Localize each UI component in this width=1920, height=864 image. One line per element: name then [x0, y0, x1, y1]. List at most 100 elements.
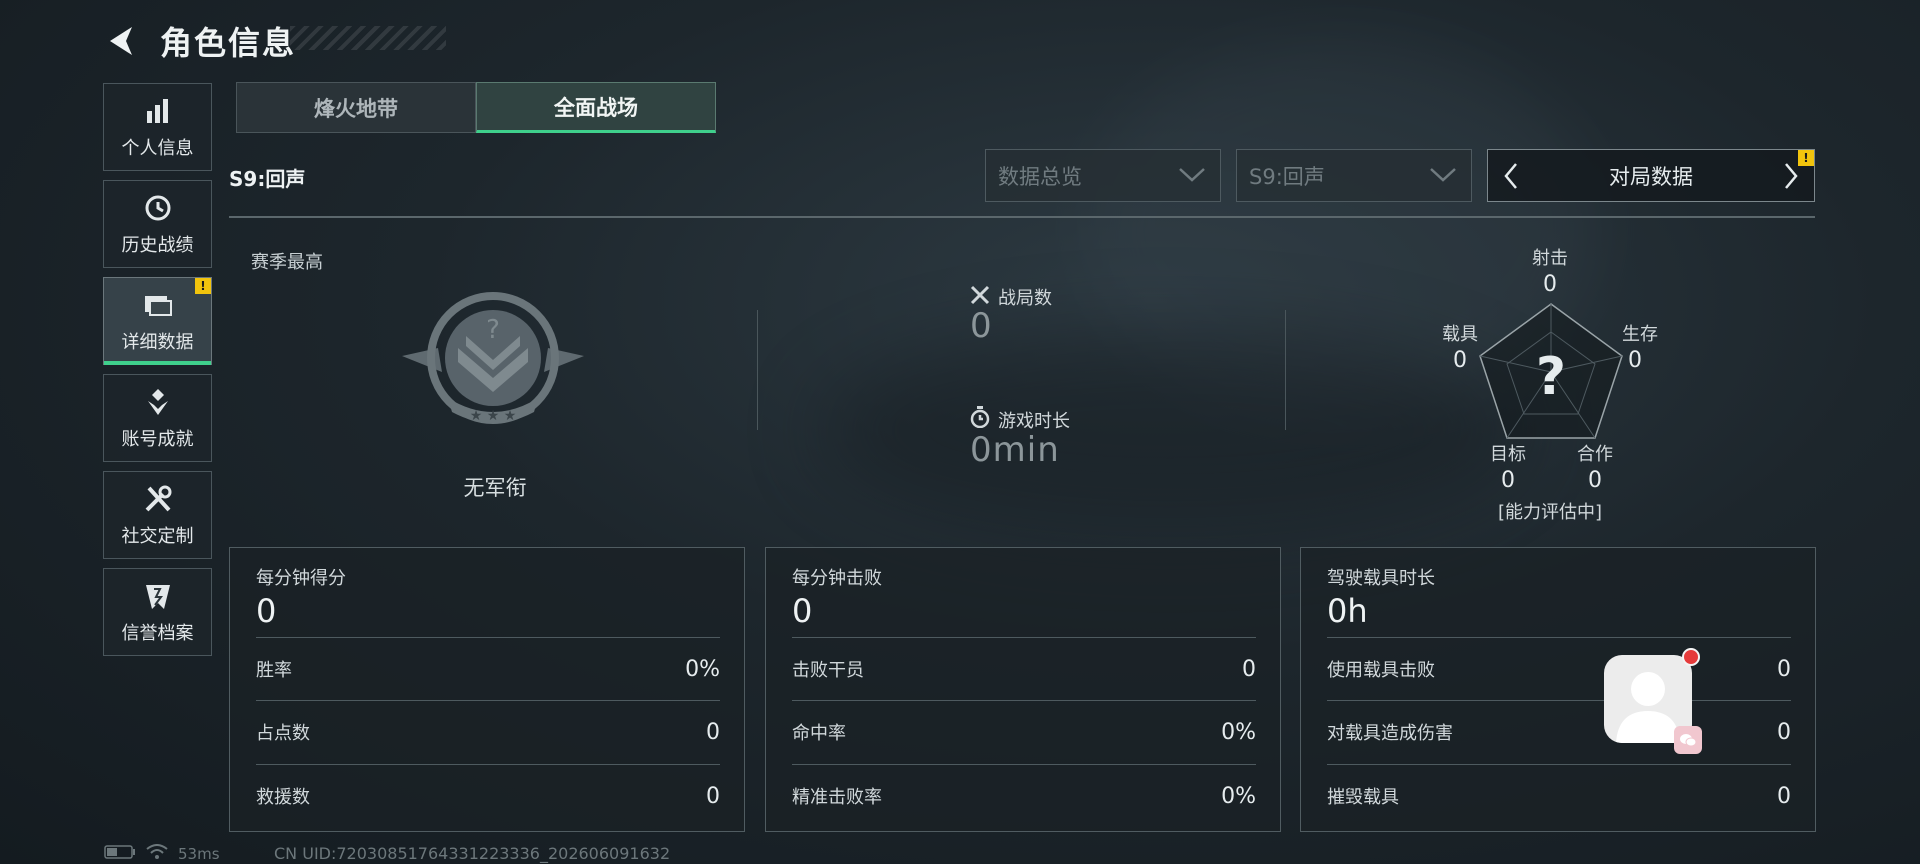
- svg-text:?: ?: [486, 315, 500, 345]
- stat-row: 使用载具击败 0: [1327, 654, 1791, 684]
- dropdown-value: S9:回声: [1249, 164, 1325, 189]
- row-divider: [1327, 637, 1791, 638]
- sidebar-item-achievements[interactable]: 账号成就: [103, 374, 212, 462]
- sidebar-item-history[interactable]: 历史战绩: [103, 180, 212, 268]
- season-dropdown[interactable]: S9:回声: [1236, 149, 1472, 202]
- playtime-value: 0min: [970, 430, 1060, 470]
- score-panel: 每分钟得分 0 胜率 0% 占点数 0 救援数 0: [229, 547, 745, 832]
- stat-row-value: 0: [1777, 656, 1791, 682]
- panel-value: 0: [792, 592, 813, 630]
- warning-badge: !: [1798, 150, 1814, 166]
- radar-axis-label: 射击: [1532, 248, 1568, 269]
- season-best-label: 赛季最高: [251, 252, 323, 273]
- row-divider: [1327, 764, 1791, 765]
- column-divider: [1285, 310, 1286, 430]
- radar-axis-value: 0: [1501, 468, 1515, 493]
- rank-emblem-icon: ? ★ ★ ★: [398, 286, 588, 436]
- stat-row: 占点数 0: [256, 717, 720, 747]
- stat-row-value: 0%: [1221, 783, 1256, 809]
- folder-icon: [143, 288, 173, 322]
- panel-value: 0: [256, 592, 277, 630]
- background-decoration: [820, 330, 1520, 530]
- sidebar-item-label: 账号成就: [121, 429, 194, 450]
- stat-row-value: 0%: [685, 656, 720, 682]
- ability-radar: ? 射击 0 生存 0 合作 0 目标 0 载具 0 [能力评估中]: [1440, 240, 1660, 530]
- wechat-icon: [1674, 726, 1702, 754]
- stat-row-value: 0: [706, 719, 720, 745]
- chevron-left-icon[interactable]: [1496, 156, 1526, 196]
- rank-name: 无军衔: [463, 476, 527, 500]
- stat-row-label: 对载具造成伤害: [1327, 723, 1453, 744]
- panel-title: 每分钟击败: [792, 568, 882, 589]
- stat-row: 命中率 0%: [792, 717, 1256, 747]
- stat-row-label: 占点数: [256, 723, 310, 744]
- section-divider: [229, 216, 1815, 218]
- stat-row-label: 摧毁载具: [1327, 787, 1399, 808]
- stat-row: 救援数 0: [256, 781, 720, 811]
- sidebar: 个人信息 历史战绩 ! 详细数据 账号成就 社交定制 信誉档案: [103, 83, 212, 665]
- dropdown-value: 数据总览: [998, 164, 1082, 189]
- tab-hazard-zone[interactable]: 烽火地带: [236, 82, 476, 133]
- stat-row-value: 0%: [1221, 719, 1256, 745]
- stat-row-value: 0: [1777, 783, 1791, 809]
- panel-title: 每分钟得分: [256, 568, 346, 589]
- row-divider: [1327, 700, 1791, 701]
- radar-axis-label: 目标: [1490, 444, 1526, 465]
- overview-dropdown[interactable]: 数据总览: [985, 149, 1221, 202]
- radar-pentagon-icon: ?: [1479, 303, 1623, 439]
- warning-badge: !: [195, 278, 211, 294]
- sidebar-item-label: 信誉档案: [121, 623, 194, 644]
- sidebar-item-social[interactable]: 社交定制: [103, 471, 212, 559]
- stat-row-label: 精准击败率: [792, 787, 882, 808]
- wifi-icon: [146, 844, 168, 864]
- kills-panel: 每分钟击败 0 击败干员 0 命中率 0% 精准击败率 0%: [765, 547, 1281, 832]
- radar-axis-value: 0: [1628, 348, 1642, 373]
- panel-title: 驾驶载具时长: [1327, 568, 1435, 589]
- stat-row: 击败干员 0: [792, 654, 1256, 684]
- player-uid: CN UID:72030851764331223336_202606091632: [274, 844, 671, 863]
- stat-row-value: 0: [706, 783, 720, 809]
- row-divider: [256, 764, 720, 765]
- stat-row-label: 救援数: [256, 787, 310, 808]
- chevron-down-icon: [1178, 164, 1206, 188]
- match-data-selector: 对局数据 !: [1487, 149, 1815, 202]
- row-divider: [256, 700, 720, 701]
- svg-text:?: ?: [1536, 347, 1566, 407]
- sidebar-item-personal-info[interactable]: 个人信息: [103, 83, 212, 171]
- column-divider: [757, 310, 758, 430]
- chevron-down-icon: [1429, 164, 1457, 188]
- season-label: S9:回声: [229, 167, 306, 191]
- stat-row: 精准击败率 0%: [792, 781, 1256, 811]
- stat-row: 摧毁载具 0: [1327, 781, 1791, 811]
- history-clock-icon: [143, 191, 173, 225]
- stat-row: 胜率 0%: [256, 654, 720, 684]
- matches-label: 战局数: [998, 288, 1052, 309]
- sidebar-item-label: 社交定制: [121, 526, 194, 547]
- sidebar-item-label: 个人信息: [121, 138, 194, 159]
- stat-row-value: 0: [1242, 656, 1256, 682]
- title-stripe-decoration: [290, 26, 446, 50]
- row-divider: [792, 764, 1256, 765]
- tab-full-battlefield[interactable]: 全面战场: [476, 82, 716, 133]
- row-divider: [792, 700, 1256, 701]
- sidebar-item-detailed-data[interactable]: ! 详细数据: [103, 277, 212, 365]
- radar-axis-label: 合作: [1577, 444, 1613, 465]
- header: 角色信息: [104, 18, 296, 64]
- stat-row-label: 使用载具击败: [1327, 660, 1435, 681]
- credit-shield-icon: [144, 579, 172, 613]
- row-divider: [256, 637, 720, 638]
- playtime-stat-title: 游戏时长: [970, 406, 1070, 433]
- status-bar: 53ms: [104, 844, 220, 864]
- radar-status: [能力评估中]: [1497, 502, 1603, 523]
- back-arrow-icon[interactable]: [104, 21, 138, 61]
- vehicle-panel: 驾驶载具时长 0h 使用载具击败 0 对载具造成伤害 0 摧毁载具 0: [1300, 547, 1816, 832]
- bar-chart-icon: [144, 94, 172, 128]
- sidebar-item-label: 历史战绩: [121, 235, 194, 256]
- playtime-label: 游戏时长: [998, 410, 1070, 432]
- stat-row-value: 0: [1777, 719, 1791, 745]
- achievement-icon: [144, 385, 172, 419]
- radar-axis-value: 0: [1453, 348, 1467, 373]
- sidebar-item-credit[interactable]: 信誉档案: [103, 568, 212, 656]
- stat-row: 对载具造成伤害 0: [1327, 717, 1791, 747]
- radar-axis-value: 0: [1543, 272, 1557, 297]
